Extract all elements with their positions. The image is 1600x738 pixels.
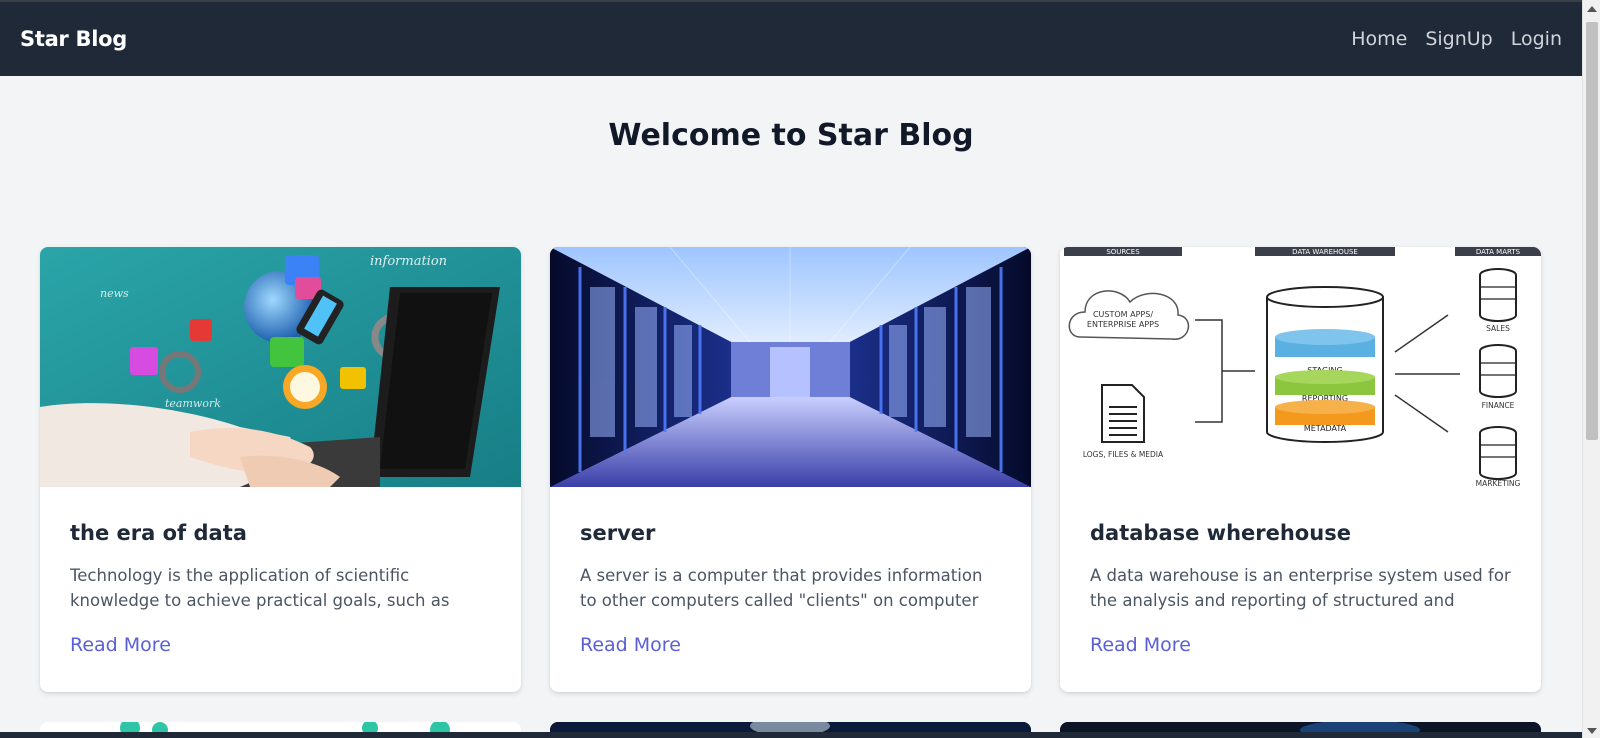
- diagram-mart-label: SALES: [1486, 324, 1510, 333]
- post-image-data-warehouse-diagram: SOURCES DATA WAREHOUSE DATA MARTS CUSTOM…: [1060, 247, 1541, 487]
- diagram-layer-label: METADATA: [1304, 424, 1347, 433]
- post-card-body: database wherehouse A data warehouse is …: [1060, 487, 1541, 656]
- scrollbar-thumb[interactable]: [1586, 22, 1598, 440]
- nav-signup-link[interactable]: SignUp: [1425, 28, 1492, 50]
- post-excerpt: Technology is the application of scienti…: [70, 566, 450, 610]
- vertical-scrollbar[interactable]: [1582, 0, 1600, 738]
- diagram-source-label: ENTERPRISE APPS: [1087, 320, 1159, 329]
- post-card: information news teamwork the era of dat…: [40, 247, 521, 692]
- brand-logo[interactable]: Star Blog: [20, 27, 127, 51]
- read-more-link[interactable]: Read More: [1090, 634, 1191, 656]
- post-card-body: the era of data Technology is the applic…: [40, 487, 521, 656]
- nav-login-link[interactable]: Login: [1511, 28, 1562, 50]
- post-image-technology: information news teamwork: [40, 247, 521, 487]
- navbar: Star Blog Home SignUp Login: [0, 2, 1582, 76]
- post-excerpt: A server is a computer that provides inf…: [580, 566, 983, 610]
- post-title[interactable]: server: [580, 521, 1001, 545]
- post-title[interactable]: the era of data: [70, 521, 491, 545]
- read-more-link[interactable]: Read More: [70, 634, 171, 656]
- scroll-up-arrow-icon[interactable]: [1587, 6, 1597, 12]
- post-card: server A server is a computer that provi…: [550, 247, 1031, 692]
- nav-links: Home SignUp Login: [1351, 28, 1562, 50]
- diagram-source-label: CUSTOM APPS/: [1093, 310, 1153, 319]
- diagram-mart-label: FINANCE: [1482, 401, 1515, 410]
- post-image-server-room: [550, 247, 1031, 487]
- post-card: SOURCES DATA WAREHOUSE DATA MARTS CUSTOM…: [1060, 247, 1541, 692]
- post-card-body: server A server is a computer that provi…: [550, 487, 1031, 656]
- page-heading: Welcome to Star Blog: [608, 118, 974, 153]
- nav-home-link[interactable]: Home: [1351, 28, 1407, 50]
- post-title[interactable]: database wherehouse: [1090, 521, 1511, 545]
- diagram-mart-label: MARKETING: [1476, 479, 1521, 487]
- diagram-header: SOURCES: [1106, 248, 1140, 256]
- post-excerpt: A data warehouse is an enterprise system…: [1090, 566, 1511, 610]
- diagram-source-label: LOGS, FILES & MEDIA: [1083, 450, 1164, 459]
- read-more-link[interactable]: Read More: [580, 634, 681, 656]
- diagram-header: DATA MARTS: [1476, 248, 1521, 256]
- svg-text:information: information: [370, 254, 447, 269]
- svg-text:teamwork: teamwork: [165, 397, 221, 410]
- svg-text:news: news: [100, 287, 129, 300]
- window-bottom-edge: [0, 732, 1582, 738]
- diagram-header: DATA WAREHOUSE: [1292, 248, 1358, 256]
- scroll-down-arrow-icon[interactable]: [1587, 728, 1597, 734]
